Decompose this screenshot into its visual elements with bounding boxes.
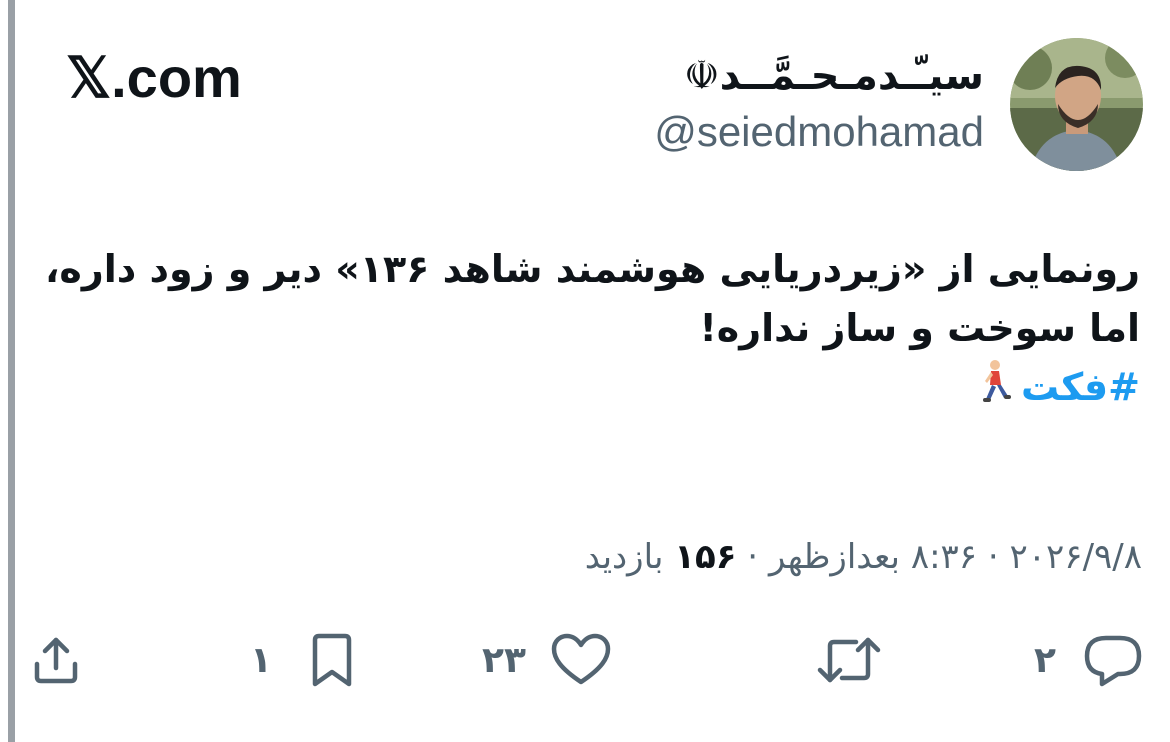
author-display-name[interactable]: سیـّـدمـحـمَّــد☫ bbox=[684, 50, 984, 102]
reply-icon bbox=[1084, 635, 1142, 687]
tweet-text: رونمایی از «زیردریایی هوشمند شاهد ۱۳۶» د… bbox=[30, 240, 1140, 420]
bookmark-button[interactable]: ۱ bbox=[250, 620, 358, 700]
tweet-metadata: ۲۰۲۶/۹/۸ · ۸:۳۶ بعدازظهر · ۱۵۶ بازدید bbox=[585, 534, 1142, 580]
separator-dot: · bbox=[977, 537, 999, 577]
like-count: ۲۳ bbox=[482, 639, 526, 681]
bookmark-icon bbox=[312, 633, 352, 687]
reply-count: ۲ bbox=[1034, 639, 1056, 681]
avatar[interactable] bbox=[1010, 38, 1143, 171]
tweet-line-2: اما سوخت و ساز نداره! bbox=[699, 306, 1140, 350]
share-icon bbox=[34, 637, 78, 684]
hashtag-link[interactable]: #فکت bbox=[1021, 365, 1140, 409]
retweet-button[interactable] bbox=[816, 620, 882, 700]
tweet-time[interactable]: ۸:۳۶ بعدازظهر bbox=[769, 537, 977, 577]
tweet-line-1: رونمایی از «زیردریایی هوشمند شاهد ۱۳۶» د… bbox=[44, 247, 1140, 291]
heart-icon bbox=[551, 633, 611, 685]
share-button[interactable] bbox=[30, 620, 82, 700]
like-button[interactable]: ۲۳ bbox=[482, 620, 612, 700]
views-count: ۱۵۶ bbox=[674, 537, 737, 577]
tweet-actions-bar: ۱ ۲۳ ۲ bbox=[0, 620, 1170, 700]
reply-button[interactable]: ۲ bbox=[1034, 620, 1144, 700]
tweet-date[interactable]: ۲۰۲۶/۹/۸ bbox=[1010, 537, 1142, 577]
tweet-line-3: #فکت bbox=[30, 358, 1140, 420]
views-label: بازدید bbox=[584, 537, 664, 577]
avatar-photo bbox=[1010, 38, 1143, 171]
x-brand-logo: 𝕏.com bbox=[66, 46, 242, 109]
author-handle[interactable]: @seiedmohamad bbox=[654, 108, 984, 156]
person-walking-icon bbox=[977, 359, 1011, 420]
retweet-icon bbox=[817, 637, 881, 683]
separator-dot: · bbox=[736, 537, 759, 577]
bookmark-count: ۱ bbox=[250, 639, 272, 681]
